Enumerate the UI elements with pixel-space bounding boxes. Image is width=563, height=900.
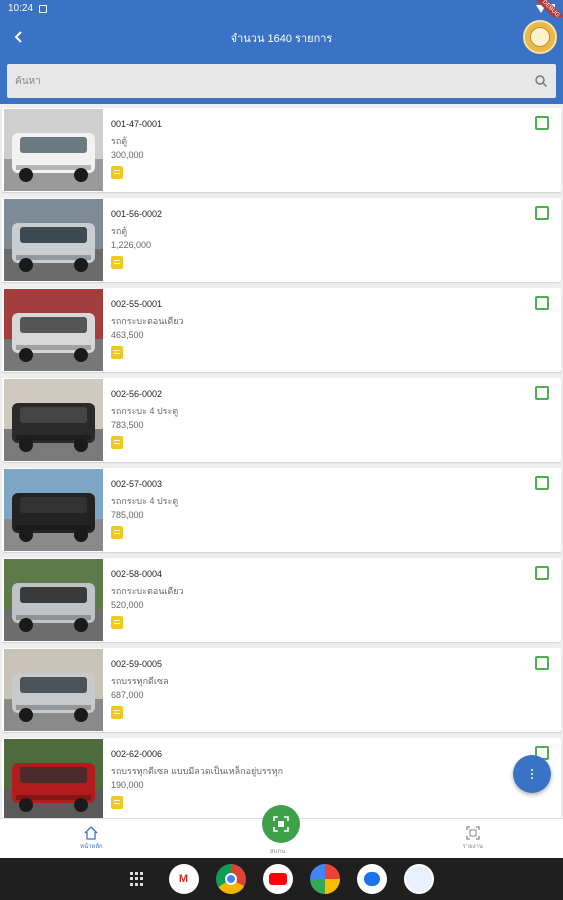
asset-code: 002-57-0003 (111, 479, 163, 489)
app-icon[interactable] (403, 864, 434, 894)
more-vert-icon (531, 769, 533, 771)
select-checkbox[interactable] (535, 476, 549, 490)
asset-code: 002-62-0006 (111, 749, 163, 759)
photos-icon[interactable] (309, 864, 340, 894)
vehicle-photo (4, 379, 103, 461)
note-icon[interactable] (111, 346, 123, 359)
list-item[interactable]: 002-58-0004 รถกระบะตอนเดียว 520,000 (2, 558, 561, 642)
asset-code: 002-59-0005 (111, 659, 163, 669)
search-box (7, 64, 556, 98)
asset-price: 687,000 (111, 690, 144, 700)
select-checkbox[interactable] (535, 116, 549, 130)
asset-price: 1,226,000 (111, 240, 152, 250)
vehicle-photo (4, 199, 103, 281)
item-info: 002-58-0004 รถกระบะตอนเดียว 520,000 (111, 569, 184, 629)
youtube-icon[interactable] (262, 864, 293, 894)
asset-code: 002-58-0004 (111, 569, 163, 579)
nav-home[interactable]: หน้าหลัก (80, 825, 103, 851)
note-icon[interactable] (111, 526, 123, 539)
asset-code: 001-56-0002 (111, 209, 163, 219)
vehicle-photo (4, 739, 103, 818)
asset-type: รถกระบะ 4 ประตู (111, 406, 179, 416)
qr-scan-icon (273, 816, 289, 832)
select-checkbox[interactable] (535, 566, 549, 580)
asset-type: รถบรรทุกดีเซล (111, 676, 169, 686)
app-bar: จำนวน 1640 รายการ (0, 17, 563, 58)
select-checkbox[interactable] (535, 386, 549, 400)
system-navigation-bar: M (0, 858, 563, 900)
report-scan-icon (466, 826, 480, 840)
vehicle-photo (4, 559, 103, 641)
asset-type: รถกระบะ 4 ประตู (111, 496, 179, 506)
asset-type: รถกระบะตอนเดียว (111, 586, 184, 596)
notification-icon (39, 4, 48, 13)
asset-price: 190,000 (111, 780, 144, 790)
list-item[interactable]: 001-47-0001 รถตู้ 300,000 (2, 108, 561, 192)
select-checkbox[interactable] (535, 656, 549, 670)
item-info: 001-56-0002 รถตู้ 1,226,000 (111, 209, 162, 269)
home-icon (84, 826, 98, 840)
asset-price: 463,500 (111, 330, 144, 340)
bottom-navigation: หน้าหลัก สแกน รายงาน (0, 805, 563, 858)
asset-code: 002-56-0002 (111, 389, 163, 399)
status-time: 10:24 (8, 3, 34, 14)
gmail-icon[interactable]: M (168, 864, 199, 894)
list-item[interactable]: 002-55-0001 รถกระบะตอนเดียว 463,500 (2, 288, 561, 372)
organization-logo (523, 20, 557, 54)
asset-type: รถกระบะตอนเดียว (111, 316, 184, 326)
note-icon[interactable] (111, 166, 123, 179)
search-bar (0, 58, 563, 104)
item-info: 002-59-0005 รถบรรทุกดีเซล 687,000 (111, 659, 169, 719)
item-info: 002-62-0006 รถบรรทุกดีเซล แบบมีลวดเป็นเหล… (111, 749, 283, 809)
asset-price: 300,000 (111, 150, 144, 160)
asset-type: รถตู้ (111, 226, 128, 236)
item-info: 002-57-0003 รถกระบะ 4 ประตู 785,000 (111, 479, 178, 539)
scan-button[interactable] (262, 805, 300, 843)
vehicle-photo (4, 649, 103, 731)
select-checkbox[interactable] (535, 206, 549, 220)
app-drawer-icon[interactable] (129, 872, 144, 886)
search-icon[interactable] (534, 74, 548, 88)
search-input[interactable] (15, 75, 534, 87)
asset-price: 785,000 (111, 510, 144, 520)
asset-type: รถบรรทุกดีเซล แบบมีลวดเป็นเหล็กอยู่บรรทุ… (111, 766, 284, 776)
item-info: 002-55-0001 รถกระบะตอนเดียว 463,500 (111, 299, 184, 359)
scan-label: สแกน (270, 849, 286, 855)
note-icon[interactable] (111, 616, 123, 629)
note-icon[interactable] (111, 706, 123, 719)
list-item[interactable]: 002-57-0003 รถกระบะ 4 ประตู 785,000 (2, 468, 561, 552)
nav-report-label: รายงาน (462, 844, 483, 850)
vehicle-photo (4, 109, 103, 191)
nav-report[interactable]: รายงาน (462, 825, 483, 851)
list-item[interactable]: 002-59-0005 รถบรรทุกดีเซล 687,000 (2, 648, 561, 732)
vehicle-photo (4, 469, 103, 551)
list-item[interactable]: 002-56-0002 รถกระบะ 4 ประตู 783,500 (2, 378, 561, 462)
note-icon[interactable] (111, 436, 123, 449)
item-info: 002-56-0002 รถกระบะ 4 ประตู 783,500 (111, 389, 178, 449)
chrome-icon[interactable] (215, 864, 246, 894)
status-bar: 10:24 DEBUG (0, 0, 563, 31)
page-title: จำนวน 1640 รายการ (230, 33, 333, 45)
asset-code: 001-47-0001 (111, 119, 163, 129)
asset-list[interactable]: 001-47-0001 รถตู้ 300,000 001-56-0002 รถตู้ 1… (0, 104, 563, 818)
note-icon[interactable] (111, 796, 123, 809)
more-options-button[interactable] (513, 755, 551, 793)
item-info: 001-47-0001 รถตู้ 300,000 (111, 119, 162, 179)
vehicle-photo (4, 289, 103, 371)
asset-price: 783,500 (111, 420, 144, 430)
asset-type: รถตู้ (111, 136, 128, 146)
list-item[interactable]: 001-56-0002 รถตู้ 1,226,000 (2, 198, 561, 282)
messages-icon[interactable] (356, 864, 387, 894)
asset-price: 520,000 (111, 600, 144, 610)
note-icon[interactable] (111, 256, 123, 269)
asset-code: 002-55-0001 (111, 299, 163, 309)
nav-home-label: หน้าหลัก (80, 844, 103, 850)
select-checkbox[interactable] (535, 296, 549, 310)
